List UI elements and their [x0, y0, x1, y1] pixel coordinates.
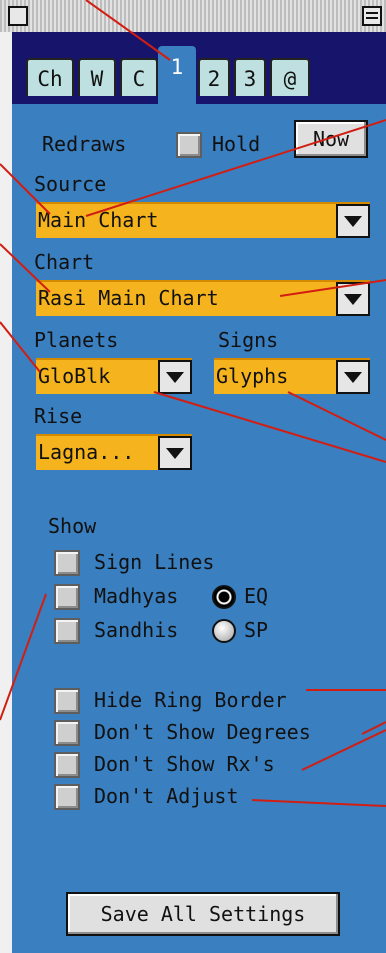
sign-lines-checkbox[interactable] [54, 550, 80, 576]
tab-1[interactable]: 1 [158, 46, 196, 104]
hide-ring-border-label: Hide Ring Border [94, 688, 287, 712]
eq-radio[interactable] [212, 585, 236, 609]
planets-dropdown-arrow-icon[interactable] [158, 360, 192, 394]
close-box-icon[interactable] [8, 6, 28, 26]
madhyas-label: Madhyas [94, 584, 179, 608]
signs-label: Signs [218, 328, 279, 352]
sandhis-label: Sandhis [94, 618, 179, 642]
sp-label: SP [244, 618, 269, 642]
tab-3[interactable]: 3 [234, 58, 266, 96]
rise-dropdown-arrow-icon[interactable] [158, 436, 192, 470]
rise-value: Lagna... [38, 440, 135, 464]
source-label: Source [34, 172, 107, 196]
hold-checkbox[interactable] [176, 132, 202, 158]
sign-lines-label: Sign Lines [94, 550, 215, 574]
dont-show-degrees-checkbox[interactable] [54, 720, 80, 746]
signs-select[interactable]: Glyphs [214, 358, 370, 394]
hide-ring-border-checkbox[interactable] [54, 688, 80, 714]
tab-2[interactable]: 2 [198, 58, 230, 96]
chart-dropdown-arrow-icon[interactable] [336, 282, 370, 316]
tab-ch[interactable]: Ch [26, 58, 74, 96]
eq-label: EQ [244, 584, 269, 608]
dont-adjust-checkbox[interactable] [54, 784, 80, 810]
now-button[interactable]: Now [294, 120, 368, 158]
planets-value: GloBlk [38, 364, 111, 388]
source-select[interactable]: Main Chart [36, 202, 370, 238]
dont-adjust-label: Don't Adjust [94, 784, 239, 808]
planets-select[interactable]: GloBlk [36, 358, 192, 394]
dont-show-degrees-label: Don't Show Degrees [94, 720, 311, 744]
zoom-box-icon[interactable] [362, 6, 382, 26]
tab-c[interactable]: C [120, 58, 158, 96]
chart-value: Rasi Main Chart [38, 286, 219, 310]
tab-w[interactable]: W [78, 58, 116, 96]
redraws-label: Redraws [42, 132, 127, 156]
rise-label: Rise [34, 404, 83, 428]
settings-window: Ch W C 1 2 3 @ Redraws Hold Now Source M… [0, 0, 386, 953]
sandhis-checkbox[interactable] [54, 618, 80, 644]
tab-at[interactable]: @ [270, 58, 310, 96]
chart-select[interactable]: Rasi Main Chart [36, 280, 370, 316]
chart-label: Chart [34, 250, 95, 274]
show-label: Show [48, 514, 97, 538]
source-dropdown-arrow-icon[interactable] [336, 204, 370, 238]
signs-dropdown-arrow-icon[interactable] [336, 360, 370, 394]
dont-show-rx-label: Don't Show Rx's [94, 752, 275, 776]
madhyas-checkbox[interactable] [54, 584, 80, 610]
rise-select[interactable]: Lagna... [36, 434, 192, 470]
dont-show-rx-checkbox[interactable] [54, 752, 80, 778]
planets-label: Planets [34, 328, 119, 352]
title-bar[interactable] [0, 0, 386, 34]
save-all-settings-button[interactable]: Save All Settings [66, 892, 340, 936]
hold-label: Hold [212, 132, 261, 156]
sp-radio[interactable] [212, 619, 236, 643]
signs-value: Glyphs [216, 364, 289, 388]
source-value: Main Chart [38, 208, 159, 232]
